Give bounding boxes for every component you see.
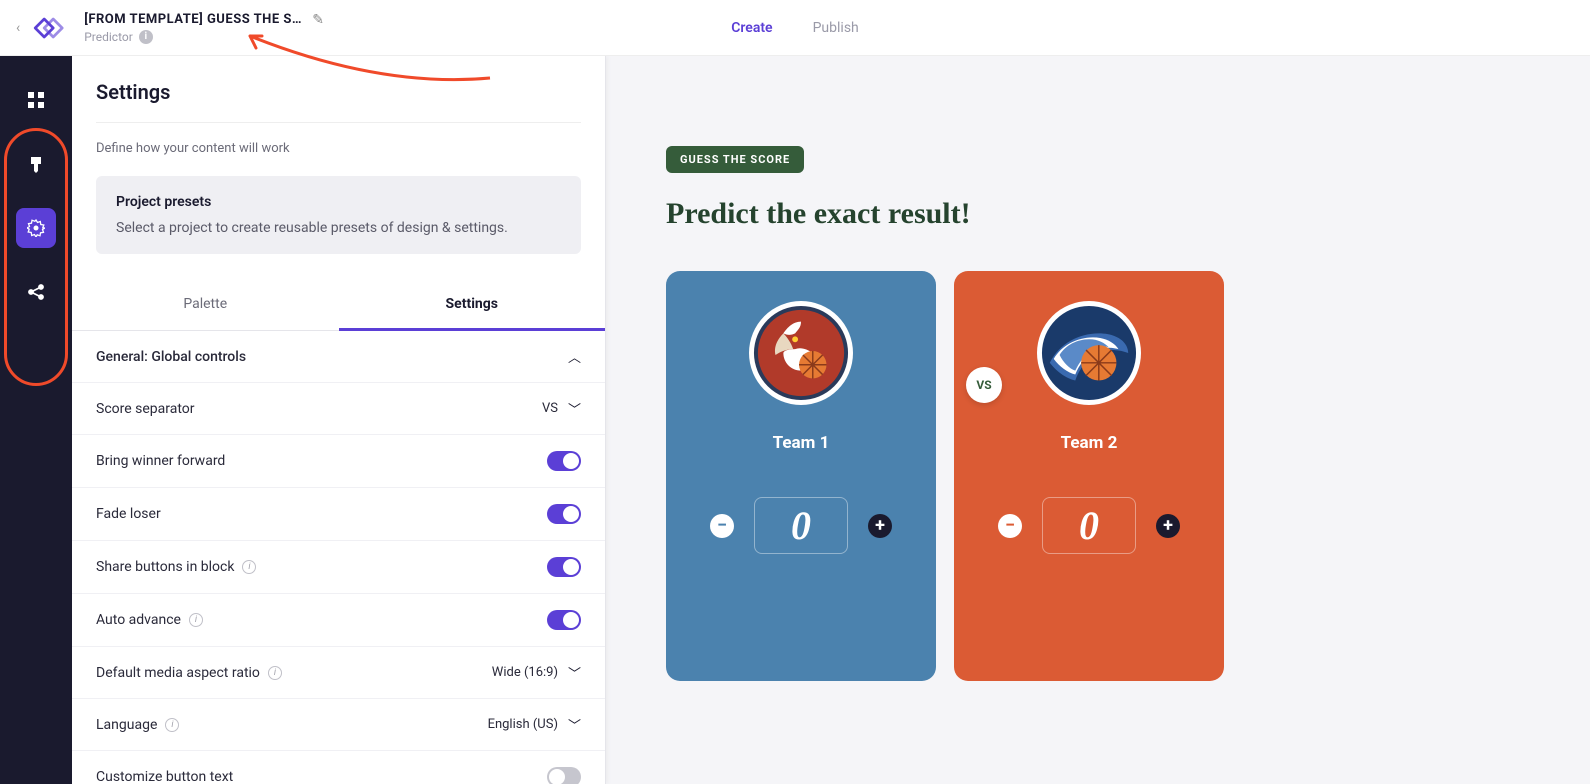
preview-headline: Predict the exact result! <box>666 197 1530 231</box>
preset-description: Select a project to create reusable pres… <box>116 220 561 236</box>
tab-settings[interactable]: Settings <box>339 278 606 330</box>
info-icon[interactable]: i <box>242 560 256 574</box>
section-general-global[interactable]: General: Global controls ︿ <box>72 331 605 383</box>
preview-area: GUESS THE SCORE Predict the exact result… <box>606 56 1590 784</box>
team-card-2: Team 2 − 0 + <box>954 271 1224 681</box>
rail-brush-icon[interactable] <box>16 144 56 184</box>
team-1-logo <box>749 301 853 405</box>
team-card-1: Team 1 − 0 + <box>666 271 936 681</box>
select-value: VS <box>542 401 558 416</box>
language-select[interactable]: English (US) ﹀ <box>488 715 581 734</box>
team-1-score-control: − 0 + <box>710 497 892 554</box>
team-2-plus-button[interactable]: + <box>1156 514 1180 538</box>
rail-share-icon[interactable] <box>16 272 56 312</box>
row-label: Customize button text <box>96 769 233 784</box>
info-icon[interactable]: i <box>165 718 179 732</box>
rail-settings-icon[interactable] <box>16 208 56 248</box>
team-2-minus-button[interactable]: − <box>998 514 1022 538</box>
row-fade-loser: Fade loser <box>72 488 605 541</box>
section-label: General: Global controls <box>96 349 246 365</box>
row-customize-button-text: Customize button text <box>72 751 605 784</box>
team-2-name: Team 2 <box>1061 433 1118 453</box>
score-separator-select[interactable]: VS ﹀ <box>542 399 581 418</box>
chevron-up-icon: ︿ <box>568 347 581 366</box>
preview-badge: GUESS THE SCORE <box>666 146 804 173</box>
select-value: English (US) <box>488 717 558 732</box>
chevron-down-icon: ﹀ <box>568 715 581 734</box>
edit-title-icon[interactable]: ✎ <box>312 12 324 28</box>
row-share-buttons: Share buttons in block i <box>72 541 605 594</box>
project-presets-box: Project presets Select a project to crea… <box>96 176 581 254</box>
app-logo[interactable] <box>28 10 64 46</box>
row-label: Share buttons in block <box>96 559 234 575</box>
row-language: Language i English (US) ﹀ <box>72 699 605 751</box>
back-chevron-icon[interactable]: ‹ <box>16 20 20 36</box>
team-1-score[interactable]: 0 <box>754 497 848 554</box>
page-title: [FROM TEMPLATE] GUESS THE SC… <box>84 12 304 27</box>
select-value: Wide (16:9) <box>492 665 558 680</box>
team-1-minus-button[interactable]: − <box>710 514 734 538</box>
team-1-plus-button[interactable]: + <box>868 514 892 538</box>
info-icon[interactable]: i <box>268 666 282 680</box>
toggle-auto-advance[interactable] <box>547 610 581 630</box>
title-block: [FROM TEMPLATE] GUESS THE SC… ✎ Predicto… <box>84 12 324 44</box>
row-label: Default media aspect ratio <box>96 665 260 681</box>
tab-palette[interactable]: Palette <box>72 278 339 330</box>
settings-panel[interactable]: Settings Define how your content will wo… <box>72 56 606 784</box>
panel-title: Settings <box>96 80 581 104</box>
top-bar: ‹ [FROM TEMPLATE] GUESS THE SC… ✎ Predic… <box>0 0 1590 56</box>
info-icon[interactable]: i <box>189 613 203 627</box>
team-2-logo <box>1037 301 1141 405</box>
row-label: Language <box>96 717 157 733</box>
row-bring-winner-forward: Bring winner forward <box>72 435 605 488</box>
toggle-share-buttons[interactable] <box>547 557 581 577</box>
row-label: Score separator <box>96 401 195 417</box>
panel-description: Define how your content will work <box>96 141 581 156</box>
aspect-ratio-select[interactable]: Wide (16:9) ﹀ <box>492 663 581 682</box>
toggle-bring-winner[interactable] <box>547 451 581 471</box>
team-2-score[interactable]: 0 <box>1042 497 1136 554</box>
team-1-name: Team 1 <box>773 433 830 453</box>
rail-layout-icon[interactable] <box>16 80 56 120</box>
row-auto-advance: Auto advance i <box>72 594 605 647</box>
row-score-separator: Score separator VS ﹀ <box>72 383 605 435</box>
toggle-fade-loser[interactable] <box>547 504 581 524</box>
tab-create[interactable]: Create <box>731 20 772 36</box>
team-2-score-control: − 0 + <box>998 497 1180 554</box>
row-aspect-ratio: Default media aspect ratio i Wide (16:9)… <box>72 647 605 699</box>
row-label: Bring winner forward <box>96 453 225 469</box>
tab-publish[interactable]: Publish <box>813 20 859 36</box>
vs-badge: VS <box>966 367 1002 403</box>
row-label: Auto advance <box>96 612 181 628</box>
chevron-down-icon: ﹀ <box>568 663 581 682</box>
team-cards: Team 1 − 0 + VS <box>666 271 1530 681</box>
panel-inner-tabs: Palette Settings <box>72 278 605 331</box>
left-rail <box>0 56 72 784</box>
content-type-label: Predictor <box>84 30 133 44</box>
info-icon[interactable]: i <box>139 30 153 44</box>
preset-title: Project presets <box>116 194 561 210</box>
row-label: Fade loser <box>96 506 161 522</box>
top-tabs: Create Publish <box>731 20 859 36</box>
toggle-customize-button-text[interactable] <box>547 767 581 784</box>
chevron-down-icon: ﹀ <box>568 399 581 418</box>
